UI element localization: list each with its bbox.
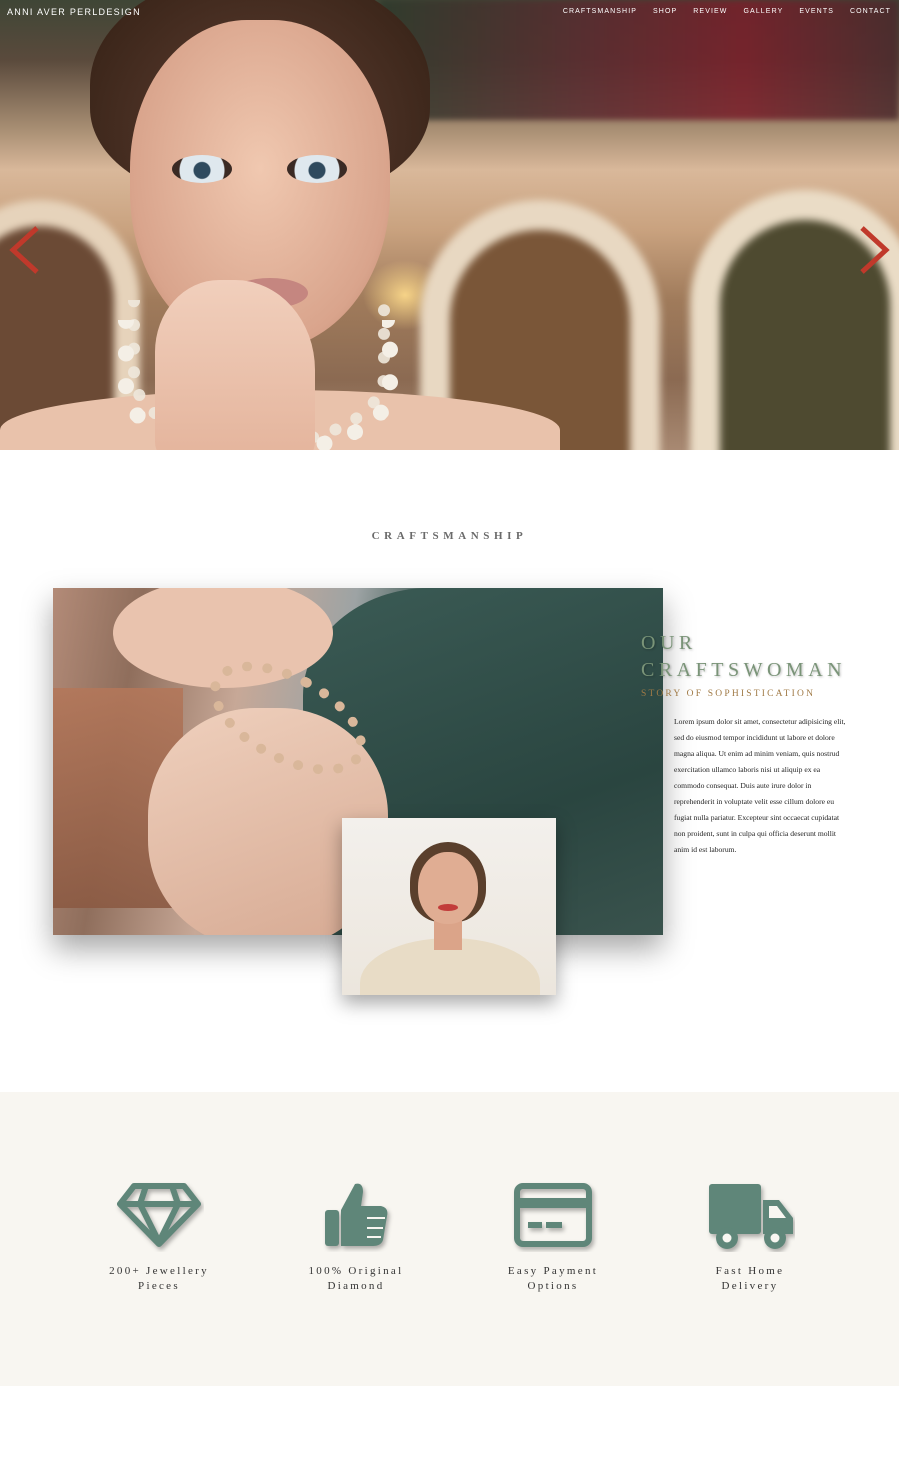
feature-easy-payment: Easy Payment Options xyxy=(453,1180,653,1294)
nav-link-craftsmanship[interactable]: CRAFTSMANSHIP xyxy=(563,8,637,15)
nav-link-gallery[interactable]: GALLERY xyxy=(744,8,784,15)
nav-link-shop[interactable]: SHOP xyxy=(653,8,677,15)
story-heading-line2: CRAFTSWOMAN xyxy=(641,659,847,681)
hero-slider xyxy=(0,0,899,450)
craftswoman-portrait xyxy=(342,818,556,995)
section-title-craftsmanship: CRAFTSMANSHIP xyxy=(371,530,528,542)
top-navigation-bar: ANNI AVER PERLDESIGN CRAFTSMANSHIP SHOP … xyxy=(0,0,899,26)
chevron-left-icon xyxy=(9,226,39,274)
nav-link-events[interactable]: EVENTS xyxy=(799,8,834,15)
portrait-neck xyxy=(434,920,462,950)
thumbs-up-icon xyxy=(325,1183,388,1246)
nav-link-review[interactable]: REVIEW xyxy=(693,8,727,15)
main-nav: CRAFTSMANSHIP SHOP REVIEW GALLERY EVENTS… xyxy=(547,8,891,15)
feature-label: Easy Payment Options xyxy=(507,1265,599,1292)
story-body: Lorem ipsum dolor sit amet, consectetur … xyxy=(674,717,846,854)
brand-logo[interactable]: ANNI AVER PERLDESIGN xyxy=(7,7,141,17)
feature-home-delivery: Fast Home Delivery xyxy=(650,1180,850,1294)
feature-label: 100% Original Diamond xyxy=(308,1265,404,1292)
features-strip: 200+ Jewellery Pieces 100% Original Diam… xyxy=(0,1092,899,1386)
craftswoman-story: OUR CRAFTSWOMAN STORY OF SOPHISTICATION … xyxy=(641,630,861,858)
chevron-right-icon xyxy=(860,226,890,274)
story-heading: OUR CRAFTSWOMAN xyxy=(641,630,861,684)
feature-original-diamond: 100% Original Diamond xyxy=(256,1180,456,1294)
portrait-face xyxy=(418,852,478,924)
hero-next-button[interactable] xyxy=(856,222,896,278)
nav-link-contact[interactable]: CONTACT xyxy=(850,8,891,15)
diamond-icon xyxy=(117,1183,201,1247)
portrait-lips xyxy=(438,904,458,911)
hero-model-eye xyxy=(287,155,347,183)
hero-model-eye xyxy=(172,155,232,183)
feature-label: 200+ Jewellery Pieces xyxy=(109,1265,209,1292)
hero-prev-button[interactable] xyxy=(3,222,43,278)
credit-card-icon xyxy=(514,1183,592,1247)
feature-label: Fast Home Delivery xyxy=(715,1265,785,1292)
hero-model-hand xyxy=(155,280,315,450)
feature-jewellery-pieces: 200+ Jewellery Pieces xyxy=(59,1180,259,1294)
story-subheading: STORY OF SOPHISTICATION xyxy=(641,689,816,699)
story-heading-line1: OUR xyxy=(641,632,697,654)
truck-icon xyxy=(709,1184,793,1249)
